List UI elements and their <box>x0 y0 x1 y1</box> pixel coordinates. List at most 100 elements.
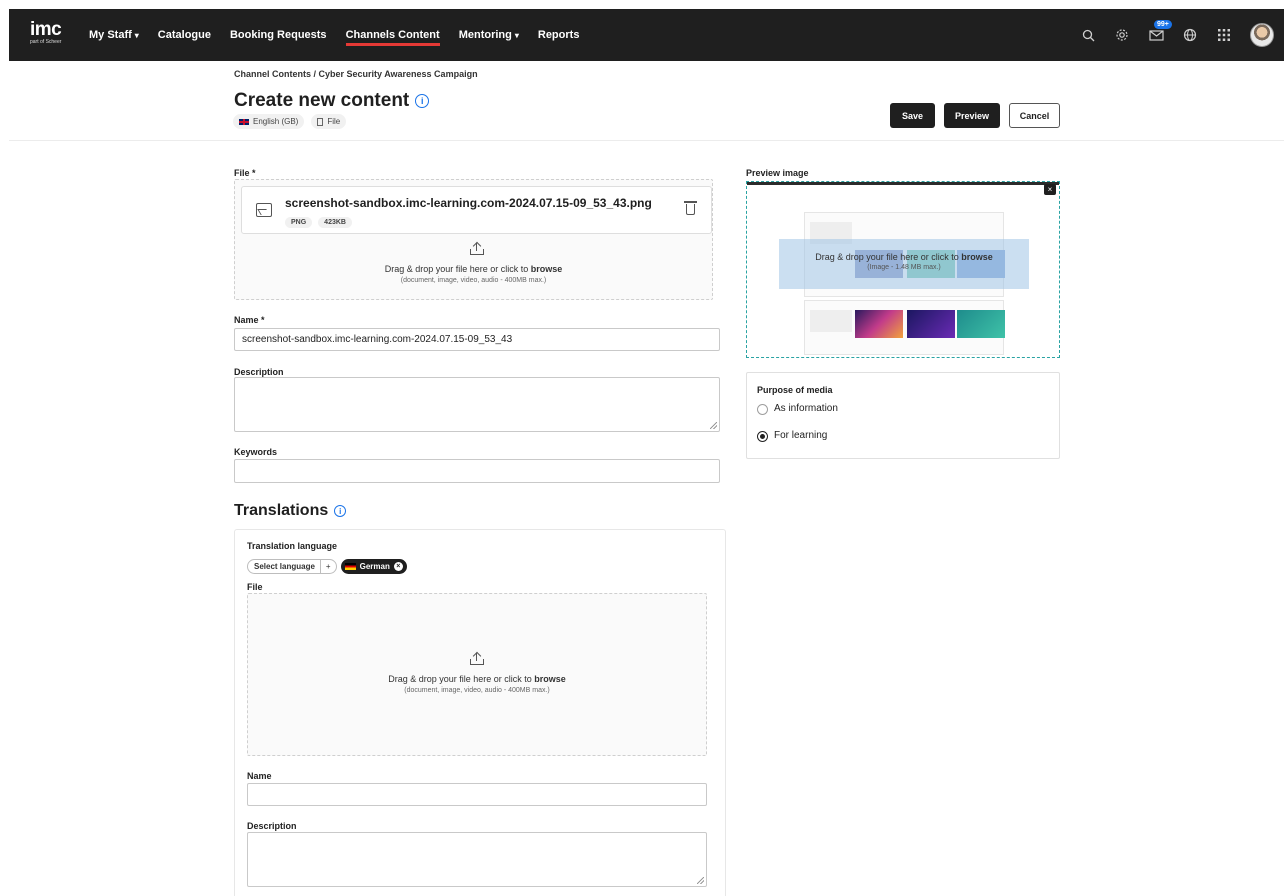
file-format-badge: PNG <box>285 217 313 228</box>
select-language-button[interactable]: Select language + <box>247 559 337 574</box>
purpose-label: Purpose of media <box>757 385 833 395</box>
type-chip: File <box>311 114 347 129</box>
preview-drop-text: Drag & drop your file here or click to b… <box>779 252 1029 262</box>
language-chip-label: English (GB) <box>253 117 299 126</box>
purpose-of-media-panel: Purpose of media As information For lear… <box>746 372 1060 459</box>
resize-handle-icon[interactable] <box>697 877 704 884</box>
chevron-down-icon: ▾ <box>514 31 519 40</box>
nav-item-my-staff[interactable]: My Staff ▾ <box>89 29 139 41</box>
page-title: Create new content i <box>234 90 430 112</box>
file-label: File * <box>234 168 256 178</box>
file-meta: PNG 423KB <box>285 217 358 228</box>
keywords-input[interactable] <box>234 459 720 483</box>
nav-item-channels-content[interactable]: Channels Content <box>345 29 440 46</box>
page-title-text: Create new content <box>234 90 410 111</box>
translation-drop-hint: (document, image, video, audio - 400MB m… <box>404 687 550 694</box>
browse-link[interactable]: browse <box>961 252 993 262</box>
radio-label-as-information[interactable]: As information <box>774 403 838 414</box>
preview-button[interactable]: Preview <box>944 103 1000 128</box>
uk-flag-icon <box>239 118 249 125</box>
nav-item-label: Mentoring <box>458 29 512 41</box>
translation-name-label: Name <box>247 771 272 781</box>
nav-menu: My Staff ▾ Catalogue Booking Requests Cha… <box>89 9 598 61</box>
nav-item-label: My Staff <box>89 29 132 41</box>
nav-item-mentoring[interactable]: Mentoring ▾ <box>459 29 519 41</box>
radio-for-learning[interactable] <box>757 431 768 442</box>
language-chip-label: German <box>359 562 390 571</box>
translation-file-label: File <box>247 582 263 592</box>
nav-item-label: Catalogue <box>157 29 211 41</box>
keywords-label: Keywords <box>234 447 278 457</box>
translation-description-label: Description <box>247 821 297 831</box>
drop-text: Drag & drop your file here or click to <box>388 674 535 684</box>
translation-language-selector: Select language + German × <box>247 559 407 574</box>
preview-drop-hint: (Image - 1.48 MB max.) <box>867 264 941 271</box>
app-window: imc part of Scheer My Staff ▾ Catalogue B… <box>9 9 1284 896</box>
nav-item-reports[interactable]: Reports <box>538 29 580 41</box>
preview-thumbnail-tile <box>907 310 955 338</box>
nav-item-label: Reports <box>537 29 580 41</box>
radio-as-information[interactable] <box>757 404 768 415</box>
cancel-button[interactable]: Cancel <box>1009 103 1060 128</box>
nav-item-catalogue[interactable]: Catalogue <box>158 29 211 41</box>
file-format-text: PNG <box>291 219 307 226</box>
type-chip-label: File <box>327 117 341 126</box>
drop-text: Drag & drop your file here or click to <box>384 264 531 274</box>
browse-link[interactable]: browse <box>534 674 566 684</box>
language-chip-german[interactable]: German × <box>340 559 407 574</box>
globe-icon[interactable] <box>1182 27 1198 43</box>
imc-logo[interactable]: imc part of Scheer <box>30 19 62 45</box>
preview-thumbnail-tile <box>855 310 903 338</box>
german-flag-icon <box>344 563 356 570</box>
radio-label-for-learning[interactable]: For learning <box>774 430 827 441</box>
top-navigation: imc part of Scheer My Staff ▾ Catalogue B… <box>9 9 1284 61</box>
image-file-icon <box>256 203 272 217</box>
gear-icon[interactable] <box>1114 27 1130 43</box>
uploaded-file-name: screenshot-sandbox.imc-learning.com-2024… <box>285 196 652 210</box>
select-language-label: Select language <box>254 562 315 571</box>
notification-count-badge: 99+ <box>1154 20 1172 29</box>
translation-name-input[interactable] <box>247 783 707 806</box>
info-icon[interactable]: i <box>334 505 347 517</box>
delete-file-icon[interactable] <box>684 201 697 215</box>
file-size-badge: 423KB <box>318 217 352 228</box>
file-drop-hint: (document, image, video, audio - 400MB m… <box>400 277 547 284</box>
breadcrumb[interactable]: Channel Contents / Cyber Security Awaren… <box>234 69 478 79</box>
nav-item-label: Channels Content <box>345 29 440 41</box>
nav-item-label: Booking Requests <box>229 29 327 41</box>
preview-thumbnail-text-block <box>810 310 852 332</box>
language-chip: English (GB) <box>233 114 305 129</box>
save-button[interactable]: Save <box>890 103 935 128</box>
description-label: Description <box>234 367 284 377</box>
name-input[interactable]: screenshot-sandbox.imc-learning.com-2024… <box>234 328 720 351</box>
upload-icon <box>470 651 484 665</box>
remove-preview-button[interactable]: × <box>1044 184 1056 195</box>
search-icon[interactable] <box>1080 27 1096 43</box>
header-divider <box>9 140 1284 141</box>
translations-title-text: Translations <box>234 502 329 519</box>
translation-language-label: Translation language <box>247 541 338 551</box>
file-size-text: 423KB <box>324 219 346 226</box>
remove-language-icon[interactable]: × <box>393 562 403 571</box>
app-grid-icon[interactable] <box>1216 27 1232 43</box>
resize-handle-icon[interactable] <box>710 422 717 429</box>
chevron-down-icon: ▾ <box>134 31 139 40</box>
nav-item-booking-requests[interactable]: Booking Requests <box>230 29 327 41</box>
logo-text: imc <box>30 19 62 40</box>
info-icon[interactable]: i <box>415 94 430 108</box>
name-label: Name * <box>234 315 265 325</box>
add-icon[interactable]: + <box>319 560 336 573</box>
description-textarea[interactable] <box>234 377 720 432</box>
drop-text: Drag & drop your file here or click to <box>815 252 962 262</box>
file-drop-text: Drag & drop your file here or click to b… <box>234 264 713 274</box>
user-avatar[interactable] <box>1250 23 1274 47</box>
uploaded-file-card: screenshot-sandbox.imc-learning.com-2024… <box>241 186 712 234</box>
logo-subtext: part of Scheer <box>30 39 62 45</box>
preview-topbar <box>747 182 1059 185</box>
notifications-icon[interactable]: 99+ <box>1148 20 1172 43</box>
preview-image-dropzone[interactable]: × Drag & drop your file here or click to… <box>746 181 1060 358</box>
browse-link[interactable]: browse <box>531 264 563 274</box>
translation-description-textarea[interactable] <box>247 832 707 887</box>
file-icon <box>317 117 324 126</box>
nav-actions: 99+ <box>1062 9 1274 61</box>
